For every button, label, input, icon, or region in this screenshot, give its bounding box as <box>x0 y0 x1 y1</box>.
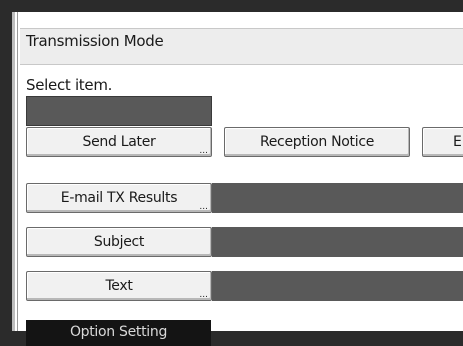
reception-notice-label: Reception Notice <box>259 134 375 150</box>
send-later-label: Send Later <box>82 134 156 150</box>
email-tx-results-label: E-mail TX Results <box>60 190 178 206</box>
text-button[interactable]: Text ... <box>26 271 212 301</box>
send-later-button[interactable]: Send Later ... <box>26 127 212 157</box>
window-title: Transmission Mode <box>26 32 164 50</box>
email-tx-results-button[interactable]: E-mail TX Results ... <box>26 183 212 213</box>
ellipsis-icon: ... <box>199 290 208 300</box>
ellipsis-icon: ... <box>199 146 208 156</box>
partial-offscreen-button[interactable]: E <box>422 127 463 157</box>
select-item-prompt: Select item. <box>26 76 113 94</box>
ellipsis-icon: ... <box>199 202 208 212</box>
transmission-mode-panel: Transmission Mode Select item. Send Late… <box>12 0 463 346</box>
subject-label: Subject <box>93 234 145 250</box>
partial-offscreen-label: E <box>453 134 462 150</box>
text-field <box>212 271 463 301</box>
left-edge-line <box>17 12 18 331</box>
subject-button[interactable]: Subject <box>26 227 212 257</box>
option-setting-label: Option Setting <box>69 324 168 340</box>
option-setting-button[interactable]: Option Setting <box>26 320 211 346</box>
left-edge-strip <box>12 12 15 331</box>
send-later-status-display <box>26 96 212 126</box>
text-label: Text <box>105 278 133 294</box>
reception-notice-button[interactable]: Reception Notice <box>224 127 410 157</box>
email-tx-results-field <box>212 183 463 213</box>
subject-field <box>212 227 463 257</box>
